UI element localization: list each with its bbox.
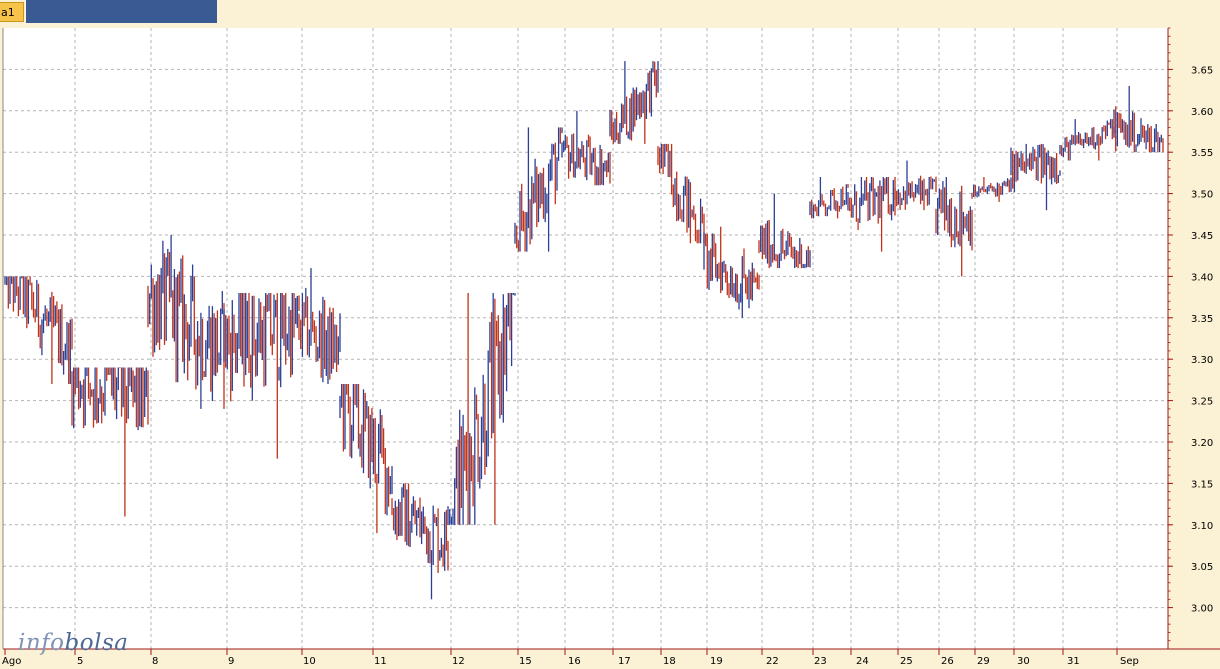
y-tick-label: 3.10 [1191,521,1213,532]
x-tick-label: 19 [710,656,723,667]
x-tick-label: 5 [77,656,83,667]
y-tick-label: 3.25 [1191,397,1213,408]
x-tick-label: 17 [618,656,631,667]
y-tick-label: 3.20 [1191,438,1213,449]
chart-tab[interactable]: a1 [0,2,24,22]
y-tick-label: 3.40 [1191,272,1213,283]
x-tick-label: Ago [2,656,21,667]
y-tick-label: 3.35 [1191,314,1213,325]
price-chart: 3.00 3.05 3.10 3.15 3.20 3.25 3.30 3.35 3.40 3.45… [2,27,1220,667]
y-tick-label: 3.45 [1191,231,1213,242]
y-tick-label: 3.30 [1191,355,1213,366]
x-tick-label: 22 [766,656,779,667]
y-tick-label: 3.55 [1191,148,1213,159]
x-tick-label: 18 [663,656,676,667]
y-tick-label: 3.50 [1191,190,1213,201]
top-tab-bar: a1 [0,0,1220,25]
y-tick-label: 3.05 [1191,562,1213,573]
x-tick-label: 29 [977,656,990,667]
x-tick-label: 10 [303,656,316,667]
x-tick-label: 31 [1067,656,1080,667]
x-tick-label: 11 [374,656,387,667]
y-tick-label: 3.65 [1191,65,1213,76]
y-tick-label: 3.15 [1191,479,1213,490]
x-tick-label: 25 [900,656,913,667]
x-tick-label: 8 [152,656,158,667]
chart-frame: 3.00 3.05 3.10 3.15 3.20 3.25 3.30 3.35 3.40 3.45… [0,24,1220,669]
x-tick-label: 24 [856,656,869,667]
x-tick-label: 9 [228,656,234,667]
x-tick-label: 15 [519,656,532,667]
y-tick-label: 3.60 [1191,107,1213,118]
infobolsa-logo: infobolsa [18,630,129,656]
x-tick-label: 12 [452,656,465,667]
x-tick-label: 16 [568,656,581,667]
tab-strip [26,0,217,23]
x-tick-label: Sep [1120,656,1139,667]
x-tick-label: 23 [814,656,827,667]
x-tick-label: 26 [941,656,954,667]
y-tick-label: 3.00 [1191,604,1213,615]
x-tick-label: 30 [1017,656,1030,667]
